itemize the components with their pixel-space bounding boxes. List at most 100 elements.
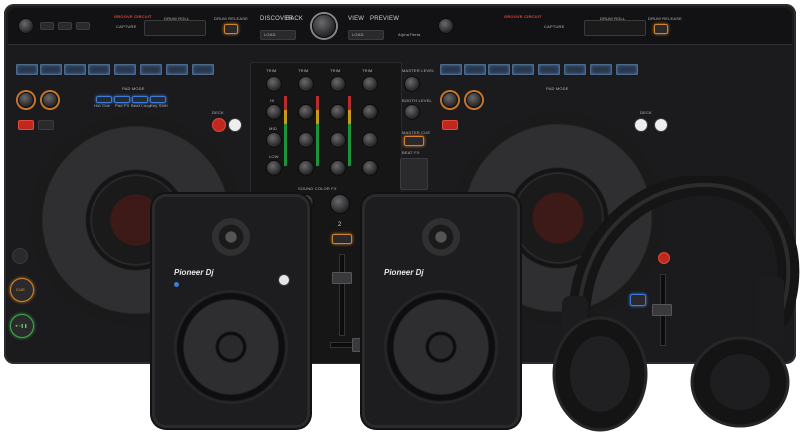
low-eq-knob-2[interactable] — [298, 160, 314, 176]
release-fx-knob-left[interactable] — [42, 92, 58, 108]
beat-fx-knob-right[interactable] — [438, 18, 454, 34]
drum-release-button-left[interactable] — [224, 24, 238, 34]
cue-loop-button-left[interactable] — [38, 120, 54, 130]
sound-color-fx-label: SOUND COLOR FX — [298, 186, 337, 191]
pad-left-1[interactable] — [16, 64, 38, 75]
deck-select-indicator-right[interactable] — [634, 118, 648, 132]
bluetooth-indicator — [174, 282, 179, 287]
beat-fx-knob-left[interactable] — [18, 18, 34, 34]
pad-left-7[interactable] — [166, 64, 188, 75]
pad-right-7[interactable] — [590, 64, 612, 75]
key-shift-mode-button[interactable] — [150, 96, 166, 103]
tweeter-right — [422, 218, 460, 256]
pad-left-2[interactable] — [40, 64, 62, 75]
channel-fader-track-2 — [339, 254, 345, 336]
play-pause-button-left[interactable]: ►/❚❚ — [10, 314, 34, 338]
groove-circuit-label-right: GROOVE CIRCUIT — [504, 14, 542, 19]
monitor-speaker-left: Pioneer Dj — [152, 194, 310, 428]
trim-knob-1[interactable] — [266, 76, 282, 92]
pad-label-beat-loop: Beat Loop — [131, 103, 152, 108]
low-eq-knob-1[interactable] — [266, 160, 282, 176]
pad-left-8[interactable] — [192, 64, 214, 75]
monitor-speaker-right: Pioneer Dj — [362, 194, 520, 428]
hi-eq-knob-1[interactable] — [266, 104, 282, 120]
pad-right-2[interactable] — [464, 64, 486, 75]
deck-select-indicator-left[interactable] — [228, 118, 242, 132]
drum-release-button-right[interactable] — [654, 24, 668, 34]
pad-left-6[interactable] — [140, 64, 162, 75]
pad-label-key-shift: Key Shift — [150, 103, 168, 108]
pad-label-hot-cue: Hot Cue — [94, 103, 111, 108]
pad-left-4[interactable] — [88, 64, 110, 75]
fx-select-button-left-2[interactable] — [58, 22, 72, 30]
channel-number-2: 2 — [338, 222, 342, 228]
low-eq-knob-3[interactable] — [330, 160, 346, 176]
mid-eq-knob-4[interactable] — [362, 132, 378, 148]
color-fx-knob-3[interactable] — [330, 194, 350, 214]
fx-select-button-left-3[interactable] — [76, 22, 90, 30]
mid-eq-knob-3[interactable] — [330, 132, 346, 148]
fx-select-button-left-1[interactable] — [40, 22, 54, 30]
mid-label-1: MID — [269, 126, 277, 131]
pad-mode-label-left: PAD MODE — [122, 86, 145, 91]
trim-knob-3[interactable] — [330, 76, 346, 92]
jog-mode-button-left[interactable] — [12, 248, 28, 264]
load-button-left[interactable]: LOAD — [260, 30, 296, 40]
hi-eq-knob-4[interactable] — [362, 104, 378, 120]
channel-cue-button-2[interactable] — [332, 234, 352, 244]
trim-label-1: TRIM — [266, 68, 277, 73]
capture-label-right: CAPTURE — [544, 24, 565, 29]
speaker-brand-right: Pioneer Dj — [384, 268, 424, 277]
trim-label-3: TRIM — [330, 68, 341, 73]
view-label: VIEW — [348, 16, 365, 22]
level-meter-1 — [284, 96, 287, 166]
headphones — [552, 176, 800, 432]
master-level-knob[interactable] — [404, 76, 420, 92]
low-label-1: LOW — [269, 154, 279, 159]
mid-eq-knob-1[interactable] — [266, 132, 282, 148]
master-level-label: MASTER LEVEL — [402, 68, 435, 73]
booth-level-label: BOOTH LEVEL — [402, 98, 432, 103]
volume-knob-speaker[interactable] — [278, 274, 290, 286]
mid-eq-knob-2[interactable] — [298, 132, 314, 148]
groove-circuit-pads-left[interactable] — [144, 20, 206, 36]
low-eq-knob-4[interactable] — [362, 160, 378, 176]
tweeter-left — [212, 218, 250, 256]
preview-label: PREVIEW — [370, 16, 400, 22]
channel-fader-2[interactable] — [332, 272, 352, 284]
trim-knob-4[interactable] — [362, 76, 378, 92]
pad-right-3[interactable] — [488, 64, 510, 75]
beat-fx-level-knob-left[interactable] — [18, 92, 34, 108]
deck-select-button-left[interactable] — [212, 118, 226, 132]
pad-label-pad-fx: Pad FX — [115, 103, 130, 108]
ear-pad-right — [710, 354, 770, 410]
browse-rotary-knob[interactable] — [312, 14, 336, 38]
groove-circuit-pads-right[interactable] — [584, 20, 646, 36]
pad-right-8[interactable] — [616, 64, 638, 75]
load-button-right[interactable]: LOAD — [348, 30, 384, 40]
deck-label-right: DECK — [640, 110, 652, 115]
pad-fx-mode-button[interactable] — [114, 96, 130, 103]
release-fx-knob-right[interactable] — [466, 92, 482, 108]
groove-circuit-label-left: GROOVE CIRCUIT — [114, 14, 152, 19]
deck-select-button-right[interactable] — [654, 118, 668, 132]
pad-right-4[interactable] — [512, 64, 534, 75]
master-cue-button[interactable] — [404, 136, 424, 146]
beat-loop-mode-button[interactable] — [132, 96, 148, 103]
shift-button-right[interactable] — [442, 120, 458, 130]
trim-knob-2[interactable] — [298, 76, 314, 92]
alphatheta-logo: AlphaTheta — [398, 32, 421, 37]
hi-eq-knob-3[interactable] — [330, 104, 346, 120]
pad-right-6[interactable] — [564, 64, 586, 75]
hi-eq-knob-2[interactable] — [298, 104, 314, 120]
pad-right-5[interactable] — [538, 64, 560, 75]
cue-button-left[interactable]: CUE — [10, 278, 34, 302]
pad-left-3[interactable] — [64, 64, 86, 75]
shift-button-left[interactable] — [18, 120, 34, 130]
pad-left-5[interactable] — [114, 64, 136, 75]
beat-fx-select-panel[interactable] — [400, 158, 428, 190]
hot-cue-mode-button[interactable] — [96, 96, 112, 103]
beat-fx-level-knob-right[interactable] — [442, 92, 458, 108]
pad-right-1[interactable] — [440, 64, 462, 75]
booth-level-knob[interactable] — [404, 104, 420, 120]
